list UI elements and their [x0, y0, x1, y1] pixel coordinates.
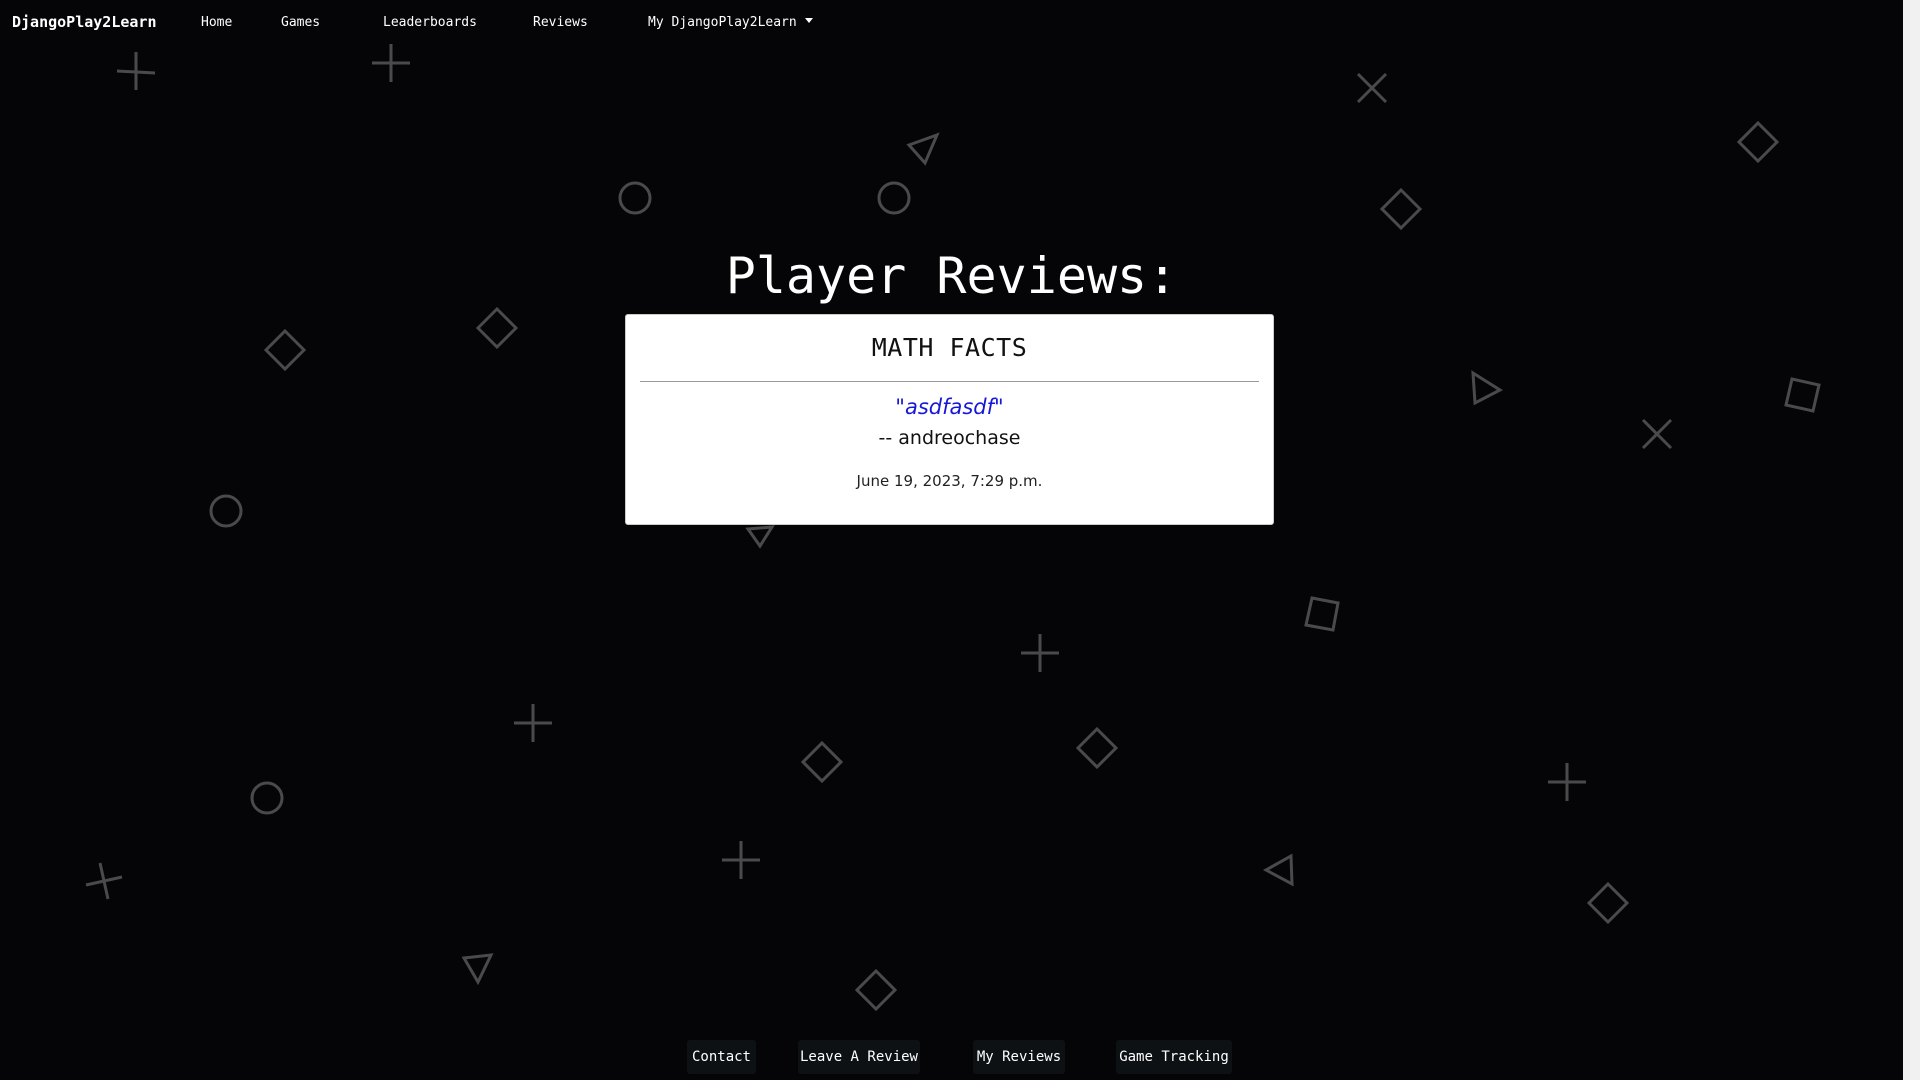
background-shapes	[85, 44, 1821, 1012]
page-title: Player Reviews:	[725, 247, 1178, 305]
circle-icon	[209, 494, 243, 528]
review-author: -- andreochase	[878, 427, 1021, 449]
nav-my-account-label: My DjangoPlay2Learn	[648, 15, 797, 30]
diamond-icon	[1736, 120, 1780, 164]
vertical-scrollbar[interactable]	[1903, 0, 1920, 1080]
triangle-icon	[1471, 370, 1504, 406]
divider	[640, 381, 1259, 382]
diamond-icon	[1586, 881, 1630, 925]
nav-leaderboards[interactable]: Leaderboards	[383, 15, 477, 30]
plus-icon	[514, 704, 552, 742]
diamond-icon	[1075, 726, 1119, 770]
triangle-icon	[1262, 853, 1294, 887]
plus-icon	[1021, 634, 1059, 672]
review-game-name: MATH FACTS	[871, 333, 1028, 362]
circle-icon	[877, 181, 911, 215]
plus-icon	[1548, 763, 1586, 801]
review-text: "asdfasdf"	[895, 395, 1004, 419]
nav-games[interactable]: Games	[281, 15, 320, 30]
square-icon	[1784, 377, 1821, 413]
review-date: June 19, 2023, 7:29 p.m.	[856, 472, 1043, 490]
diamond-icon	[800, 740, 844, 784]
plus-icon	[372, 44, 410, 82]
diamond-icon	[263, 328, 307, 372]
triangle-icon	[745, 525, 775, 549]
plus-icon	[85, 862, 123, 900]
square-icon	[1304, 596, 1340, 632]
nav-reviews[interactable]: Reviews	[533, 15, 588, 30]
diamond-icon	[1379, 187, 1423, 231]
caret-down-icon	[804, 18, 813, 23]
circle-icon	[618, 181, 652, 215]
nav-my-account-dropdown[interactable]: My DjangoPlay2Learn	[648, 15, 813, 30]
contact-button[interactable]: Contact	[687, 1040, 756, 1074]
cross-icon	[1641, 418, 1673, 450]
triangle-icon	[906, 132, 940, 166]
plus-icon	[116, 52, 156, 90]
plus-icon	[722, 841, 760, 879]
review-card: MATH FACTS "asdfasdf" -- andreochase Jun…	[625, 314, 1274, 525]
game-tracking-button[interactable]: Game Tracking	[1116, 1040, 1232, 1074]
brand-link[interactable]: DjangoPlay2Learn	[12, 13, 157, 31]
navbar: DjangoPlay2Learn Home Games Leaderboards…	[0, 0, 1903, 45]
circle-icon	[250, 781, 284, 815]
leave-review-button[interactable]: Leave A Review	[798, 1040, 920, 1074]
cross-icon	[1356, 72, 1388, 104]
my-reviews-button[interactable]: My Reviews	[973, 1040, 1065, 1074]
nav-home[interactable]: Home	[201, 15, 232, 30]
diamond-icon	[475, 306, 519, 350]
triangle-icon	[461, 953, 494, 986]
diamond-icon	[854, 968, 898, 1012]
